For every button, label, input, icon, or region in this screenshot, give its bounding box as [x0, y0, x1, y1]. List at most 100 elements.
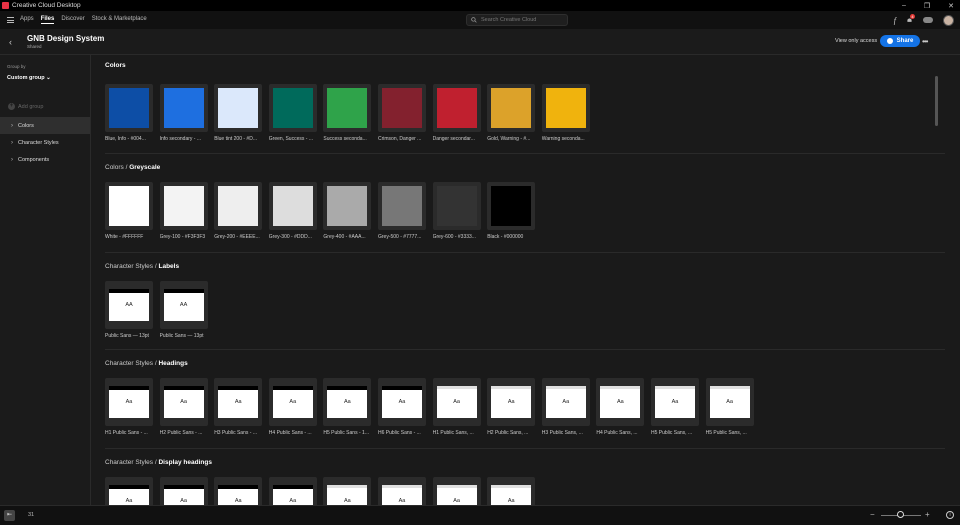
character-style-tile[interactable]: Aa — [432, 378, 481, 426]
cloud-icon[interactable] — [923, 17, 933, 23]
tile-label: Warning seconda... — [541, 136, 585, 142]
tile-label: White - #FFFFFF — [105, 234, 144, 240]
type-glyph: Aa — [398, 498, 406, 504]
nav-files[interactable]: Files — [40, 16, 55, 24]
type-glyph: Aa — [344, 399, 351, 405]
tile-label: H2 Public Sans, ... — [487, 430, 529, 436]
character-style-tile[interactable]: Aa — [705, 378, 754, 426]
tile-label: Crimson, Danger ... — [378, 136, 422, 142]
tile-label: H3 Public Sans, ... — [541, 430, 583, 436]
type-glyph: Aa — [671, 399, 679, 405]
sidebar-item-label: Character Styles — [18, 139, 59, 146]
character-style-tile[interactable]: Aa — [378, 378, 426, 426]
info-icon[interactable]: i — [946, 511, 954, 519]
type-preview: Aa — [491, 485, 532, 505]
character-style-tile[interactable]: Aa — [651, 378, 699, 426]
character-style-tile[interactable]: Aa — [105, 477, 153, 505]
sidebar-item-character-styles[interactable]: › Character Styles — [0, 134, 90, 151]
color-tile[interactable] — [214, 84, 263, 132]
zoom-in-button[interactable]: + — [925, 510, 930, 519]
more-options-icon[interactable]: ••• — [922, 37, 928, 46]
color-tile[interactable] — [541, 84, 590, 132]
type-glyph: Aa — [453, 498, 460, 504]
minimize-button[interactable]: – — [902, 2, 906, 9]
color-tile[interactable] — [214, 182, 263, 230]
color-swatch — [218, 186, 259, 226]
tile-label: Gold, Warning - #... — [487, 136, 531, 142]
color-tile[interactable] — [323, 182, 372, 230]
type-preview: Aa — [218, 485, 259, 505]
preview-bar — [655, 386, 695, 389]
color-tile[interactable] — [432, 182, 481, 230]
character-style-tile[interactable]: Aa — [214, 378, 263, 426]
character-style-tile[interactable]: Aa — [541, 378, 590, 426]
collapse-sidebar-icon[interactable]: ⇤ — [4, 510, 15, 521]
character-style-tile[interactable]: Aa — [432, 477, 481, 505]
character-style-tile[interactable]: Aa — [214, 477, 263, 505]
character-style-tile[interactable]: Aa — [268, 378, 317, 426]
tile-label: Grey-200 - #EEEE... — [214, 234, 260, 240]
back-button[interactable]: ‹ — [9, 37, 12, 47]
color-tile[interactable] — [432, 84, 481, 132]
search-input[interactable]: Search Creative Cloud — [466, 14, 568, 26]
type-glyph: Aa — [562, 399, 570, 405]
tile-label: H4 Public Sans, ... — [596, 430, 638, 436]
color-tile[interactable] — [378, 84, 426, 132]
nav-discover[interactable]: Discover — [61, 16, 84, 24]
color-tile[interactable] — [378, 182, 426, 230]
type-preview: AA — [163, 289, 204, 321]
close-button[interactable]: ✕ — [948, 2, 954, 10]
color-swatch — [272, 186, 313, 226]
character-style-tile[interactable]: Aa — [268, 477, 317, 505]
sidebar-item-colors[interactable]: › Colors — [0, 117, 90, 134]
view-only-access: View only access — [835, 38, 878, 44]
share-button[interactable]: Share — [880, 35, 920, 47]
group-by-dropdown[interactable]: Custom group ⌄ — [7, 75, 51, 81]
preview-bar — [491, 485, 532, 488]
character-style-tile[interactable]: Aa — [323, 378, 372, 426]
nav-stock-marketplace[interactable]: Stock & Marketplace — [92, 16, 147, 24]
color-tile[interactable] — [268, 182, 317, 230]
type-glyph: AA — [179, 302, 188, 308]
character-style-tile[interactable]: AA — [159, 281, 208, 329]
scrollbar[interactable] — [935, 76, 938, 126]
preview-bar — [272, 386, 313, 390]
color-tile[interactable] — [159, 182, 208, 230]
tile-label: H6 Public Sans - ... — [378, 430, 421, 436]
zoom-slider-handle[interactable] — [897, 511, 904, 518]
color-tile[interactable] — [105, 182, 153, 230]
character-style-tile[interactable]: AA — [105, 281, 153, 329]
maximize-button[interactable]: ❐ — [924, 2, 930, 10]
character-style-tile[interactable]: Aa — [487, 378, 536, 426]
character-style-tile[interactable]: Aa — [323, 477, 372, 505]
type-glyph: Aa — [289, 498, 297, 504]
add-group-button[interactable]: + Add group — [8, 103, 43, 110]
nav-apps[interactable]: Apps — [20, 16, 34, 24]
color-tile[interactable] — [105, 84, 153, 132]
notifications-icon[interactable]: 4 — [906, 13, 915, 24]
preview-bar — [218, 485, 259, 489]
color-tile[interactable] — [159, 84, 208, 132]
sidebar-item-components[interactable]: › Components — [0, 151, 90, 168]
color-tile[interactable] — [323, 84, 372, 132]
avatar[interactable] — [943, 14, 954, 26]
character-style-tile[interactable]: Aa — [159, 477, 208, 505]
zoom-out-button[interactable]: − — [870, 510, 875, 519]
character-style-tile[interactable]: Aa — [596, 378, 645, 426]
color-tile[interactable] — [268, 84, 317, 132]
color-tile[interactable] — [487, 182, 536, 230]
fonts-icon[interactable]: f — [894, 16, 896, 25]
preview-bar — [382, 485, 422, 488]
character-style-tile[interactable]: Aa — [105, 378, 153, 426]
color-swatch — [436, 88, 477, 128]
character-style-tile[interactable]: Aa — [378, 477, 426, 505]
color-tile[interactable] — [487, 84, 536, 132]
menu-icon[interactable] — [7, 17, 14, 23]
tile-label: Grey-600 - #3333... — [432, 234, 476, 240]
character-style-tile[interactable]: Aa — [487, 477, 536, 505]
tile-label: H5 Public Sans, ... — [705, 430, 747, 436]
character-style-tile[interactable]: Aa — [159, 378, 208, 426]
tile-label: H2 Public Sans - ... — [159, 430, 203, 436]
divider — [105, 349, 945, 350]
user-icon — [886, 38, 893, 44]
